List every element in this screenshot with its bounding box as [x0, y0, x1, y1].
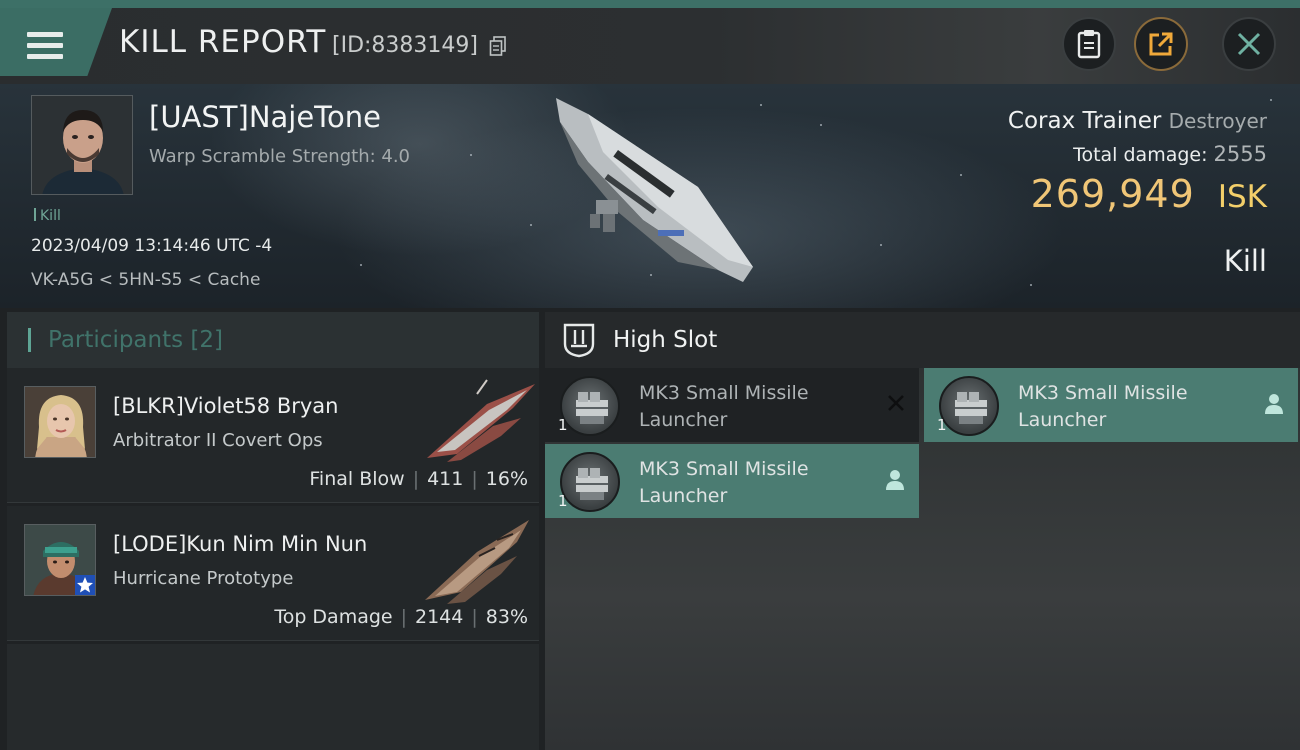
participant-ship: Hurricane Prototype [113, 568, 294, 589]
participant-row[interactable]: [BLKR]Violet58 Bryan Arbitrator II Cover… [7, 368, 539, 503]
participant-stats: Final Blow | 411 | 16% [309, 468, 528, 490]
kill-timestamp: 2023/04/09 13:14:46 UTC -4 [31, 236, 273, 256]
participant-percent: 83% [485, 606, 528, 628]
participant-ship-image [425, 520, 529, 604]
isk-unit: ISK [1217, 179, 1267, 215]
kill-banner: [UAST]NajeTone Warp Scramble Strength: 4… [0, 84, 1300, 308]
clipboard-button[interactable] [1062, 17, 1116, 71]
total-damage-value: 2555 [1213, 142, 1267, 166]
participant-row[interactable]: [LODE]Kun Nim Min Nun Hurricane Prototyp… [7, 506, 539, 641]
participants-empty-area [7, 644, 539, 750]
destroyed-icon [888, 395, 904, 411]
high-slot-title: High Slot [613, 327, 718, 353]
participant-ship-image [427, 379, 535, 462]
module-qty: 1 [937, 416, 947, 434]
high-slot-header: High Slot [545, 312, 1300, 368]
person-icon [1265, 394, 1283, 414]
participant-damage: 2144 [415, 606, 464, 628]
victim-ship-name: Corax Trainer [1007, 108, 1162, 134]
participant-role: Final Blow [309, 468, 405, 490]
module-item[interactable]: 1 MK3 Small Missile Launcher [545, 444, 919, 518]
high-slot-icon [563, 323, 595, 358]
export-icon [1149, 32, 1173, 56]
copy-icon[interactable] [489, 36, 507, 56]
victim-name[interactable]: [UAST]NajeTone [149, 100, 381, 134]
module-item[interactable]: 1 MK3 Small Missile Launcher [924, 368, 1298, 442]
victim-ship-image [556, 98, 753, 282]
module-item[interactable]: 1 MK3 Small Missile Launcher [545, 368, 919, 442]
participant-stats: Top Damage | 2144 | 83% [274, 606, 528, 628]
participant-ship: Arbitrator II Covert Ops [113, 430, 323, 451]
participant-name: [BLKR]Violet58 Bryan [113, 394, 339, 418]
result-label: Kill [1223, 244, 1267, 278]
total-damage: Total damage: 2555 [1073, 142, 1267, 166]
page-title: KILL REPORT [119, 24, 327, 60]
kill-tag: Kill [34, 208, 61, 224]
export-button[interactable] [1134, 17, 1188, 71]
clipboard-icon [1077, 30, 1101, 59]
kill-location: VK-A5G < 5HN-S5 < Cache [31, 270, 261, 290]
close-button[interactable] [1222, 17, 1276, 71]
person-icon [886, 470, 904, 490]
isk-loss: 269,949 ISK [1031, 172, 1267, 216]
launcher-icon [560, 376, 620, 436]
report-id: [ID:8383149] [332, 33, 478, 58]
participant-name: [LODE]Kun Nim Min Nun [113, 532, 368, 556]
launcher-icon [560, 452, 620, 512]
victim-ship[interactable]: Corax Trainer Destroyer [1008, 108, 1267, 134]
victim-warp-scramble: Warp Scramble Strength: 4.0 [149, 146, 411, 167]
section-accent-bar [28, 328, 31, 352]
module-name: MK3 Small Missile Launcher [1018, 382, 1188, 431]
victim-avatar [32, 96, 132, 194]
star-badge-icon [75, 575, 95, 595]
module-name: MK3 Small Missile Launcher [639, 382, 809, 431]
high-slot-modules: 1 MK3 Small Missile Launcher 1 MK3 Small… [545, 368, 1300, 750]
total-damage-label: Total damage: [1073, 144, 1208, 166]
victim-ship-class: Destroyer [1168, 109, 1267, 133]
participant-avatar[interactable] [24, 386, 96, 458]
participants-count: [2] [190, 327, 224, 353]
module-qty: 1 [558, 416, 568, 434]
isk-value: 269,949 [1030, 172, 1195, 216]
victim-portrait[interactable] [31, 95, 133, 195]
participant-percent: 16% [485, 468, 528, 490]
launcher-icon [939, 376, 999, 436]
menu-icon [27, 32, 63, 60]
participant-avatar[interactable] [24, 524, 96, 596]
module-name: MK3 Small Missile Launcher [639, 458, 809, 507]
close-icon [1237, 32, 1261, 56]
participants-title: Participants [2] [48, 327, 224, 353]
participant-damage: 411 [427, 468, 464, 490]
participants-header: Participants [2] [7, 312, 539, 368]
module-qty: 1 [558, 492, 568, 510]
participant-role: Top Damage [274, 606, 393, 628]
top-accent-line [0, 0, 1300, 8]
